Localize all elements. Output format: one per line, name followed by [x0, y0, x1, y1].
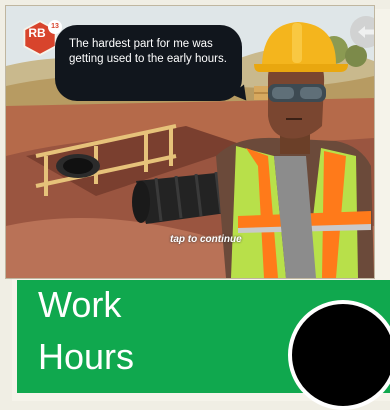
title-line-2: Hours: [38, 336, 135, 377]
tap-to-continue-prompt[interactable]: tap to continue: [170, 234, 242, 245]
back-button[interactable]: [350, 16, 374, 48]
title-line-1: Work: [38, 284, 122, 325]
dialog-text: The hardest part for me was getting used…: [69, 38, 227, 65]
speech-bubble: The hardest part for me was getting used…: [55, 25, 242, 101]
back-arrow-icon: [358, 26, 374, 38]
round-action-button[interactable]: [288, 300, 390, 410]
badge-initials: RB: [28, 26, 46, 40]
